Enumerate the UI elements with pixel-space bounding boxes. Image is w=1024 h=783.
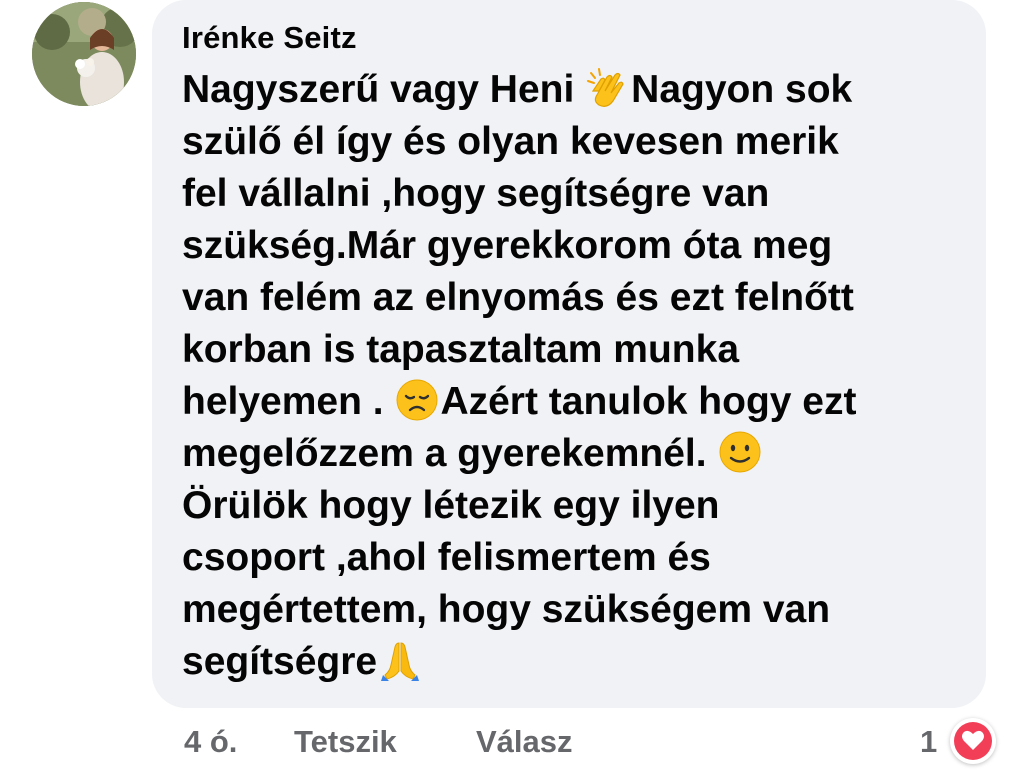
comment-text-line: megelőzzem a gyerekemnél.	[182, 430, 763, 478]
slightly-smiling-face-icon	[717, 429, 763, 475]
comment-author[interactable]: Irénke Seitz	[182, 20, 357, 56]
clapping-hands-icon	[585, 65, 631, 111]
comment-text-segment: segítségre	[182, 640, 378, 683]
comment-text-segment: Nagyon sok	[631, 68, 853, 111]
profile-photo-avatar	[32, 2, 136, 106]
folded-hands-icon	[377, 637, 423, 683]
comment-text-line: helyemen . Azért tanulok hogy ezt	[182, 378, 856, 426]
like-button[interactable]: Tetszik	[294, 718, 397, 766]
disappointed-face-icon	[394, 377, 440, 423]
heart-reaction-icon[interactable]	[950, 718, 996, 764]
comment-text-line: korban is tapasztaltam munka	[182, 328, 740, 371]
comment-text-line: Nagyszerű vagy Heni Nagyon sok	[182, 66, 852, 114]
comment-text-line: szükség.Már gyerekkorom óta meg	[182, 224, 833, 267]
comment-text-line: szülő él így és olyan kevesen merik	[182, 120, 839, 163]
comment-text-line: csoport ,ahol felismertem és	[182, 536, 711, 579]
comment: Irénke Seitz Nagyszerű vagy Heni Nagyon …	[0, 0, 1024, 783]
comment-text-line: megértettem, hogy szükségem van	[182, 588, 831, 631]
comment-text-line: segítségre	[182, 638, 423, 686]
reply-button[interactable]: Válasz	[476, 718, 573, 766]
comment-text-segment: megelőzzem a gyerekemnél.	[182, 432, 718, 475]
reaction-count[interactable]: 1	[920, 718, 937, 766]
comment-timestamp[interactable]: 4 ó.	[184, 718, 237, 766]
avatar[interactable]	[32, 2, 136, 106]
comment-text-line: van felém az elnyomás és ezt felnőtt	[182, 276, 854, 319]
comment-text-line: fel vállalni ,hogy segítségre van	[182, 172, 770, 215]
comment-text-line: Örülök hogy létezik egy ilyen	[182, 484, 720, 527]
comment-text-segment: Nagyszerű vagy Heni	[182, 68, 586, 111]
comment-text-segment: helyemen .	[182, 380, 395, 423]
comment-text-segment: Azért tanulok hogy ezt	[440, 380, 857, 423]
